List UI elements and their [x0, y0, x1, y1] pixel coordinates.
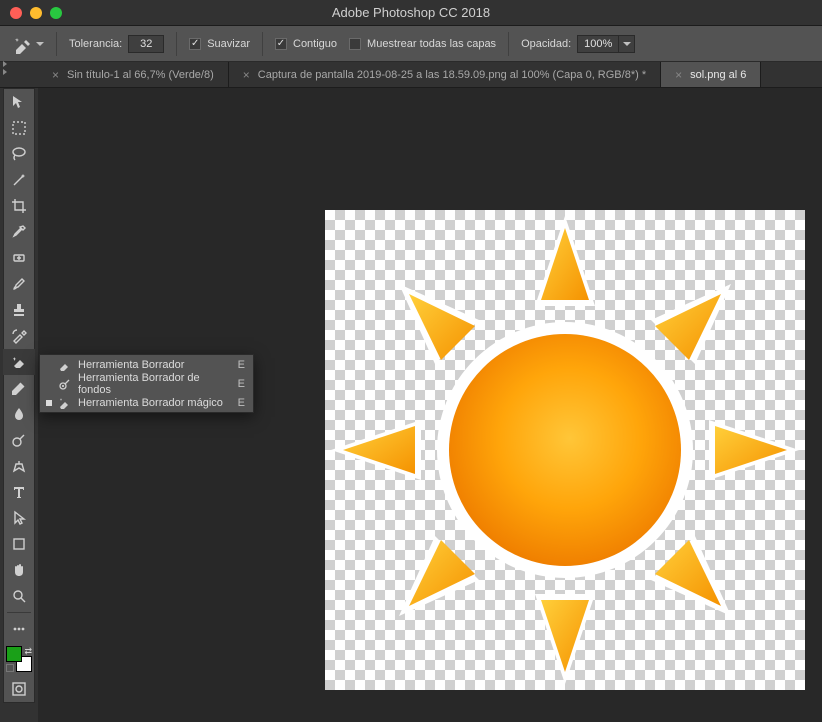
- contiguo-checkbox[interactable]: [275, 38, 287, 50]
- magic-eraser-icon: [12, 34, 32, 54]
- document-tab-label: Sin título-1 al 66,7% (Verde/8): [67, 69, 214, 81]
- app-title: Adobe Photoshop CC 2018: [0, 5, 822, 20]
- opacidad-input[interactable]: [577, 35, 619, 53]
- chevron-down-icon: [36, 42, 44, 46]
- brush-tool[interactable]: [3, 271, 35, 297]
- dodge-tool[interactable]: [3, 427, 35, 453]
- crop-tool[interactable]: [3, 193, 35, 219]
- tolerance-group: Tolerancia:: [69, 35, 164, 53]
- edit-toolbar-button[interactable]: [3, 616, 35, 642]
- move-tool[interactable]: [3, 89, 35, 115]
- contiguo-label: Contiguo: [293, 38, 337, 50]
- zoom-tool[interactable]: [3, 583, 35, 609]
- bg-eraser-icon: [58, 377, 72, 391]
- separator: [508, 32, 509, 56]
- selected-indicator: [46, 381, 52, 387]
- flyout-item-magic-eraser[interactable]: Herramienta Borrador mágico E: [40, 393, 253, 412]
- tool-divider: [7, 612, 31, 613]
- marquee-tool[interactable]: [3, 115, 35, 141]
- muestrear-checkbox[interactable]: [349, 38, 361, 50]
- magic-eraser-icon: [58, 396, 72, 410]
- muestrear-group[interactable]: Muestrear todas las capas: [349, 38, 496, 50]
- document-tab[interactable]: × sol.png al 6: [661, 62, 761, 87]
- flyout-item-shortcut: E: [238, 397, 245, 409]
- flyout-item-bg-eraser[interactable]: Herramienta Borrador de fondos E: [40, 374, 253, 393]
- pen-tool[interactable]: [3, 453, 35, 479]
- foreground-color-swatch[interactable]: [6, 646, 22, 662]
- eraser-flyout-menu: Herramienta Borrador E Herramienta Borra…: [39, 354, 254, 413]
- title-bar: Adobe Photoshop CC 2018: [0, 0, 822, 26]
- panel-toggle[interactable]: [3, 62, 11, 74]
- type-tool[interactable]: [3, 479, 35, 505]
- selected-indicator: [46, 400, 52, 406]
- default-colors-icon[interactable]: [6, 664, 14, 672]
- close-icon[interactable]: ×: [243, 68, 250, 82]
- separator: [176, 32, 177, 56]
- suavizar-label: Suavizar: [207, 38, 250, 50]
- flyout-item-label: Herramienta Borrador: [78, 359, 232, 371]
- flyout-item-shortcut: E: [238, 378, 245, 390]
- window-maximize-button[interactable]: [50, 7, 62, 19]
- suavizar-checkbox[interactable]: [189, 38, 201, 50]
- window-controls: [10, 7, 62, 19]
- flyout-item-label: Herramienta Borrador de fondos: [78, 372, 232, 396]
- selected-indicator: [46, 362, 52, 368]
- history-brush-tool[interactable]: [3, 323, 35, 349]
- separator: [56, 32, 57, 56]
- lasso-tool[interactable]: [3, 141, 35, 167]
- flyout-item-label: Herramienta Borrador mágico: [78, 397, 232, 409]
- chevron-down-icon: [623, 42, 631, 46]
- blur-tool[interactable]: [3, 401, 35, 427]
- shape-tool[interactable]: [3, 531, 35, 557]
- muestrear-label: Muestrear todas las capas: [367, 38, 496, 50]
- document-tab[interactable]: × Sin título-1 al 66,7% (Verde/8): [38, 62, 229, 87]
- document-tab-label: Captura de pantalla 2019-08-25 a las 18.…: [258, 69, 646, 81]
- options-bar: Tolerancia: Suavizar Contiguo Muestrear …: [0, 26, 822, 62]
- sun-graphic: [325, 210, 805, 690]
- separator: [262, 32, 263, 56]
- document-tab[interactable]: × Captura de pantalla 2019-08-25 a las 1…: [229, 62, 661, 87]
- document-tab-label: sol.png al 6: [690, 69, 746, 81]
- document-tabs: × Sin título-1 al 66,7% (Verde/8) × Capt…: [0, 62, 822, 88]
- eraser-tool[interactable]: [3, 349, 35, 375]
- eraser-icon: [58, 358, 72, 372]
- hand-tool[interactable]: [3, 557, 35, 583]
- suavizar-group[interactable]: Suavizar: [189, 38, 250, 50]
- opacidad-label: Opacidad:: [521, 38, 571, 50]
- gradient-tool[interactable]: [3, 375, 35, 401]
- opacidad-dropdown[interactable]: [619, 35, 635, 53]
- close-icon[interactable]: ×: [675, 68, 682, 82]
- flyout-item-shortcut: E: [238, 359, 245, 371]
- stamp-tool[interactable]: [3, 297, 35, 323]
- contiguo-group[interactable]: Contiguo: [275, 38, 337, 50]
- path-select-tool[interactable]: [3, 505, 35, 531]
- color-swatches[interactable]: ⇄: [6, 646, 32, 672]
- tool-preset-picker[interactable]: [12, 34, 44, 54]
- healing-brush-tool[interactable]: [3, 245, 35, 271]
- quick-mask-button[interactable]: [3, 676, 35, 702]
- tolerance-input[interactable]: [128, 35, 164, 53]
- magic-wand-tool[interactable]: [3, 167, 35, 193]
- artboard[interactable]: [325, 210, 805, 690]
- close-icon[interactable]: ×: [52, 68, 59, 82]
- opacidad-group: Opacidad:: [521, 35, 635, 53]
- eyedropper-tool[interactable]: [3, 219, 35, 245]
- tools-panel: ⇄: [3, 88, 35, 703]
- window-minimize-button[interactable]: [30, 7, 42, 19]
- tolerance-label: Tolerancia:: [69, 38, 122, 50]
- window-close-button[interactable]: [10, 7, 22, 19]
